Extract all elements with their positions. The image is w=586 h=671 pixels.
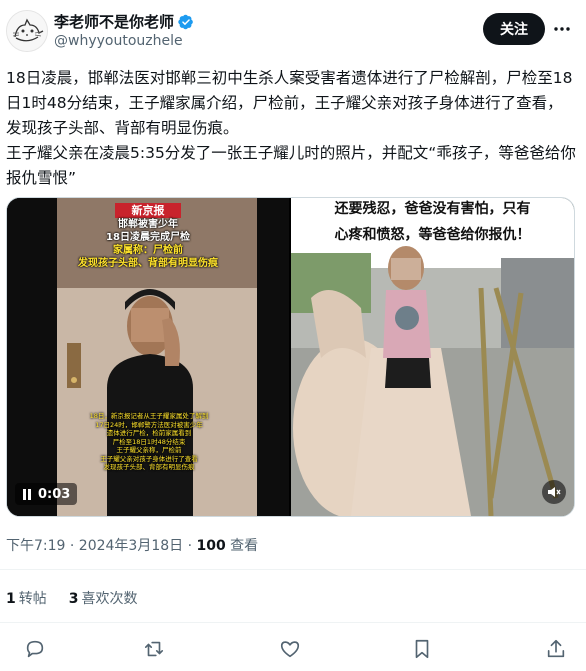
likes-count: 3 bbox=[68, 591, 79, 607]
video-caption-yellow: 家属称：尸检前 发现孩子头部、背部有明显伤痕 bbox=[78, 245, 218, 269]
more-horizontal-icon bbox=[554, 27, 570, 31]
tweet-meta: 下午7:19 · 2024年3月18日 · 100 查看 bbox=[6, 535, 258, 555]
likes-label: 喜欢次数 bbox=[81, 591, 138, 607]
follow-button[interactable]: 关注 bbox=[483, 13, 545, 45]
reply-button[interactable] bbox=[22, 636, 48, 662]
cat-sketch-avatar-icon bbox=[7, 11, 47, 51]
divider-bottom bbox=[0, 622, 586, 623]
tweet-timestamp[interactable]: 下午7:19 · 2024年3月18日 bbox=[6, 538, 183, 554]
separator: · bbox=[187, 538, 197, 554]
display-name[interactable]: 李老师不是你老师 bbox=[54, 11, 174, 32]
likes-stat[interactable]: 3 喜欢次数 bbox=[69, 588, 138, 608]
reposts-stat[interactable]: 1 转帖 bbox=[6, 588, 47, 608]
media-grid: 新京报 邯郸被害少年 18日凌晨完成尸检 家属称：尸检前 发现孩子头部、背部有明… bbox=[6, 197, 575, 517]
repost-button[interactable] bbox=[141, 636, 167, 662]
verified-badge-icon bbox=[178, 14, 194, 30]
divider-top bbox=[0, 569, 586, 570]
video-subtitles: 18日，新京报记者从王子耀家属处了解到 17日24时，邯郸警方法医对被害少年 遗… bbox=[89, 412, 209, 471]
bookmark-icon bbox=[415, 639, 429, 659]
user-handle[interactable]: @whyyoutouzhele bbox=[54, 33, 183, 49]
like-button[interactable] bbox=[277, 636, 303, 662]
pause-icon[interactable] bbox=[22, 488, 32, 500]
like-icon bbox=[280, 641, 300, 658]
more-options-button[interactable] bbox=[550, 17, 574, 41]
video-time-badge[interactable]: 0:03 bbox=[15, 483, 78, 505]
name-row: 李老师不是你老师 bbox=[54, 11, 194, 32]
news-logo: 新京报 bbox=[115, 203, 181, 218]
photo[interactable]: 还要残忍，爸爸没有害怕，只有 心疼和愤怒，等爸爸给你报仇！ bbox=[291, 198, 574, 516]
photo-image bbox=[291, 198, 574, 516]
share-icon bbox=[547, 639, 565, 658]
reposts-label: 转帖 bbox=[18, 591, 47, 607]
video-caption-white: 邯郸被害少年 18日凌晨完成尸检 bbox=[106, 219, 190, 243]
tweet-stats: 1 转帖 3 喜欢次数 bbox=[6, 588, 138, 608]
reply-icon bbox=[26, 640, 44, 658]
video-time: 0:03 bbox=[38, 486, 71, 502]
bookmark-button[interactable] bbox=[409, 636, 435, 662]
volume-mute-icon bbox=[548, 487, 561, 497]
reposts-count: 1 bbox=[6, 591, 16, 607]
action-bar bbox=[0, 632, 586, 666]
video-player[interactable]: 新京报 邯郸被害少年 18日凌晨完成尸检 家属称：尸检前 发现孩子头部、背部有明… bbox=[7, 198, 289, 516]
repost-icon bbox=[144, 641, 164, 657]
share-button[interactable] bbox=[543, 636, 569, 662]
photo-caption-line1: 还要残忍，爸爸没有害怕，只有 bbox=[334, 201, 531, 217]
views-count: 100 bbox=[196, 538, 226, 554]
avatar[interactable] bbox=[6, 10, 48, 52]
tweet-header: 李老师不是你老师 @whyyoutouzhele 关注 bbox=[0, 0, 586, 64]
tweet-text: 18日凌晨，邯郸法医对邯郸三初中生杀人案受害者遗体进行了尸检解剖，尸检至18日1… bbox=[6, 69, 576, 187]
photo-caption-line2: 心疼和愤怒，等爸爸给你报仇！ bbox=[334, 227, 531, 243]
views-label: 查看 bbox=[225, 538, 259, 554]
mute-button[interactable] bbox=[542, 480, 566, 504]
